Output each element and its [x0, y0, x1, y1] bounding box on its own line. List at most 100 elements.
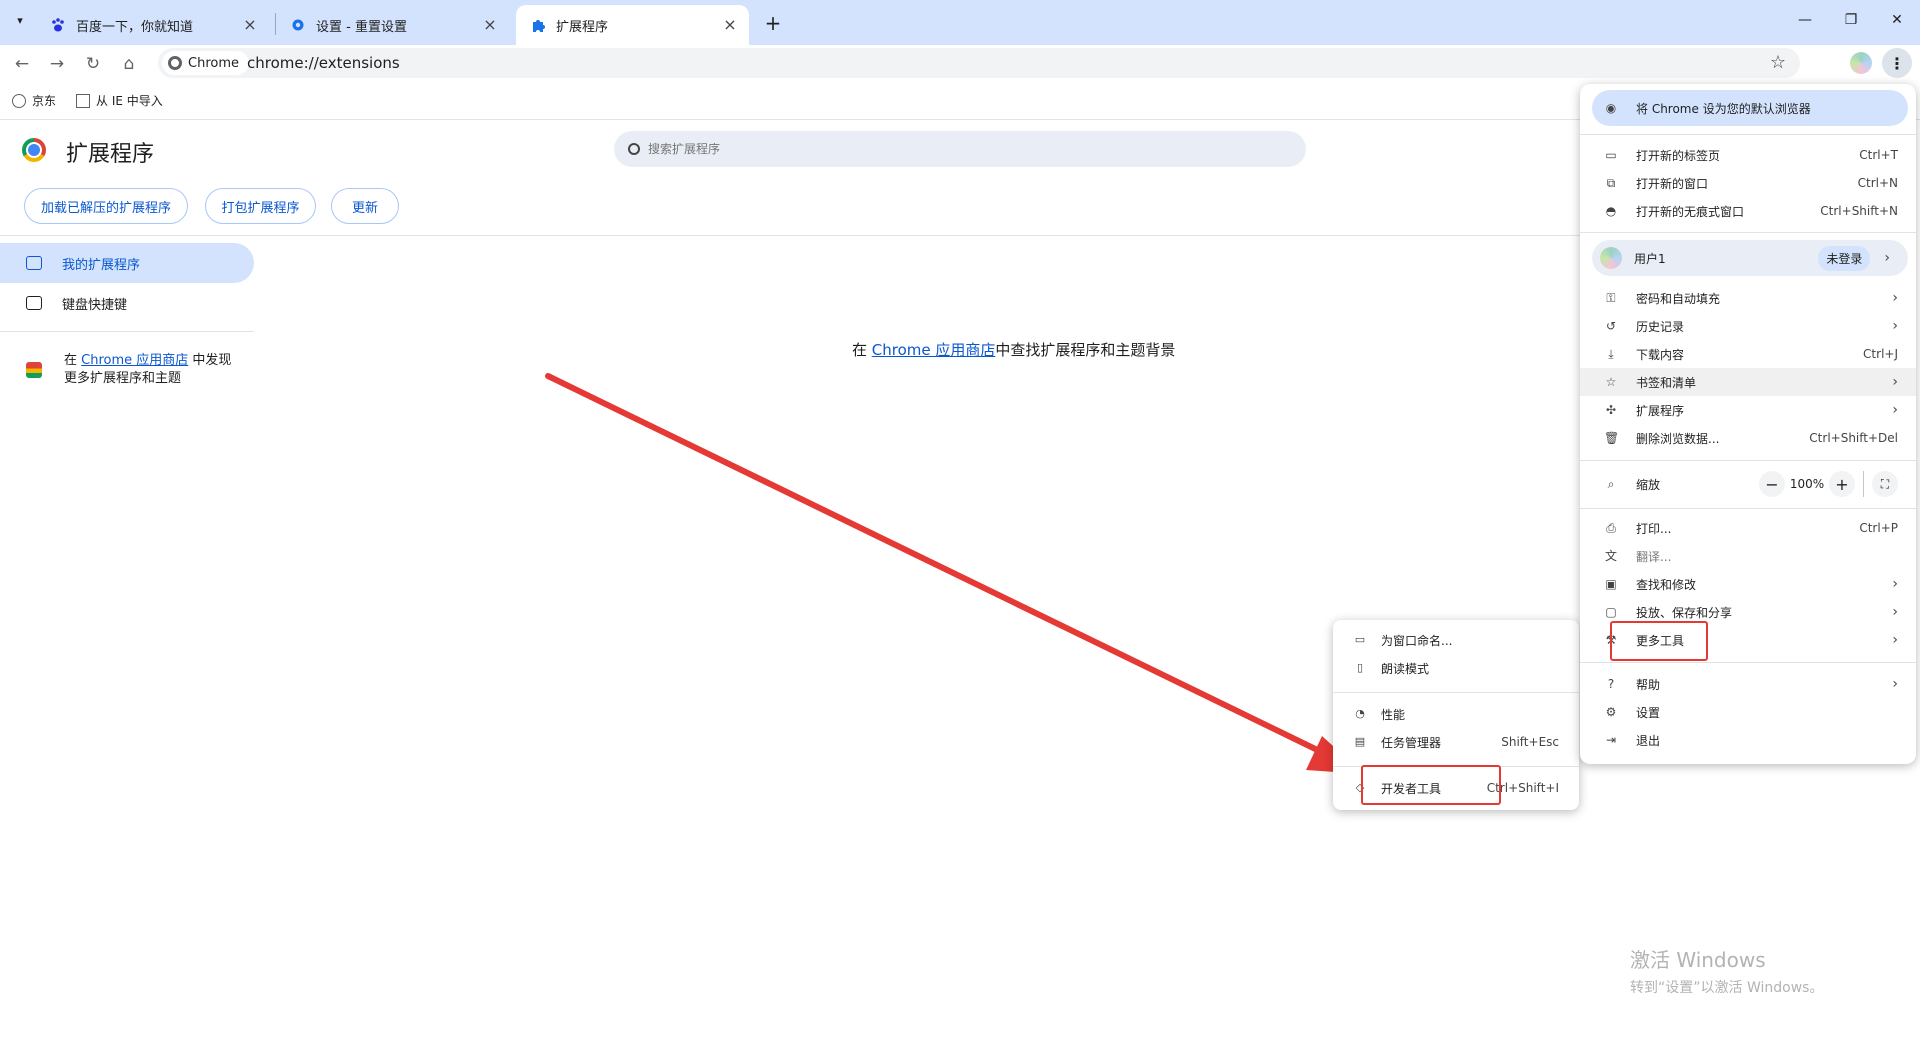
menu-item-new-window[interactable]: ⧉ 打开新的窗口 Ctrl+N: [1580, 169, 1916, 197]
extension-search-input[interactable]: [648, 142, 1248, 156]
bookmark-star-icon[interactable]: ☆: [1770, 52, 1786, 73]
sidebar-item-my-extensions[interactable]: 我的扩展程序: [0, 243, 254, 283]
puzzle-icon: ✣: [1605, 403, 1617, 417]
menu-item-extensions[interactable]: ✣ 扩展程序 ›: [1580, 396, 1916, 424]
menu-divider: [1580, 508, 1916, 509]
menu-item-label: 将 Chrome 设为您的默认浏览器: [1636, 101, 1811, 116]
windows-activation-watermark: 激活 Windows 转到“设置”以激活 Windows。: [1630, 944, 1823, 997]
window-icon: ▭: [1354, 633, 1366, 646]
menu-item-name-window[interactable]: ▭ 为窗口命名...: [1333, 626, 1579, 654]
key-icon: ⚿: [1606, 291, 1616, 305]
menu-item-new-tab[interactable]: ▭ 打开新的标签页 Ctrl+T: [1580, 141, 1916, 169]
url-text[interactable]: chrome://extensions: [247, 54, 400, 72]
bookmark-label: 从 IE 中导入: [96, 94, 163, 108]
chrome-logo-icon: [168, 56, 182, 70]
site-info-chip[interactable]: Chrome: [162, 51, 249, 75]
file-share-icon: ▢: [1605, 605, 1617, 619]
web-store-icon: [26, 362, 42, 378]
tab-settings[interactable]: 设置 - 重置设置 ×: [276, 5, 509, 45]
fullscreen-icon[interactable]: ⛶: [1872, 471, 1898, 497]
new-tab-button[interactable]: +: [760, 10, 786, 36]
close-window-button[interactable]: ✕: [1874, 0, 1920, 40]
new-tab-icon: ▭: [1605, 148, 1617, 162]
code-icon: ◇: [1355, 781, 1365, 794]
sidebar-divider: [0, 331, 254, 332]
page-title: 扩展程序: [66, 142, 155, 167]
bookmark-import-ie[interactable]: 从 IE 中导入: [76, 92, 163, 109]
menu-item-more-tools[interactable]: ⚒ 更多工具 ›: [1580, 626, 1916, 654]
sidebar-store-promo: 在 Chrome 应用商店 中发现更多扩展程序和主题: [64, 352, 244, 388]
sidebar-store-link[interactable]: Chrome 应用商店: [81, 353, 188, 368]
minimize-button[interactable]: —: [1782, 0, 1828, 40]
menu-item-reading-mode[interactable]: ▯ 朗读模式: [1333, 654, 1579, 682]
menu-item-developer-tools[interactable]: ◇ 开发者工具 Ctrl+Shift+I: [1333, 774, 1579, 802]
tab-label: 设置 - 重置设置: [316, 19, 407, 35]
menu-item-set-default-browser[interactable]: ◉ 将 Chrome 设为您的默认浏览器: [1592, 90, 1908, 126]
profile-avatar[interactable]: [1850, 52, 1872, 74]
menu-item-label: 书签和清单: [1636, 375, 1697, 390]
tab-strip: ▾ 百度一下，你就知道 × 设置 - 重置设置 × 扩展程序 × + — ❐ ✕: [0, 0, 1920, 45]
forward-button[interactable]: →: [43, 50, 71, 78]
tab-extensions[interactable]: 扩展程序 ×: [516, 5, 749, 45]
header-divider: [0, 235, 1580, 236]
menu-item-label: 扩展程序: [1636, 403, 1685, 418]
menu-item-passwords[interactable]: ⚿ 密码和自动填充 ›: [1580, 284, 1916, 312]
load-unpacked-button[interactable]: 加载已解压的扩展程序: [24, 188, 188, 224]
menu-item-task-manager[interactable]: ▤ 任务管理器 Shift+Esc: [1333, 728, 1579, 756]
menu-item-label: 打开新的标签页: [1636, 148, 1721, 163]
menu-item-print[interactable]: ⎙ 打印... Ctrl+P: [1580, 514, 1916, 542]
update-button[interactable]: 更新: [331, 188, 399, 224]
zoom-level: 100%: [1789, 477, 1825, 491]
help-icon: ?: [1607, 677, 1615, 691]
close-tab-icon[interactable]: ×: [481, 16, 499, 34]
menu-item-downloads[interactable]: ⤓ 下载内容 Ctrl+J: [1580, 340, 1916, 368]
menu-item-performance[interactable]: ◔ 性能: [1333, 700, 1579, 728]
zoom-controls: − 100% + ⛶: [1759, 471, 1898, 497]
zoom-out-button[interactable]: −: [1759, 471, 1785, 497]
download-icon: ⤓: [1608, 347, 1614, 361]
menu-item-cast-save-share[interactable]: ▢ 投放、保存和分享 ›: [1580, 598, 1916, 626]
watermark-title: 激活 Windows: [1630, 948, 1766, 972]
store-promo-prefix: 在: [64, 353, 82, 368]
menu-item-label: 打开新的窗口: [1636, 176, 1709, 191]
menu-item-clear-browsing-data[interactable]: 🗑 删除浏览数据... Ctrl+Shift+Del: [1580, 424, 1916, 452]
menu-divider: [1580, 134, 1916, 135]
menu-item-exit[interactable]: ⇥ 退出: [1580, 726, 1916, 754]
center-store-link[interactable]: Chrome 应用商店: [872, 341, 996, 359]
menu-item-help[interactable]: ? 帮助 ›: [1580, 670, 1916, 698]
menu-item-label: 性能: [1381, 707, 1406, 722]
address-bar[interactable]: Chrome chrome://extensions ☆: [158, 48, 1800, 78]
reload-button[interactable]: ↻: [79, 50, 107, 78]
menu-item-history[interactable]: ↺ 历史记录 ›: [1580, 312, 1916, 340]
menu-item-profile[interactable]: 用户1 未登录 ›: [1592, 240, 1908, 276]
menu-item-translate[interactable]: 文 翻译...: [1580, 542, 1916, 570]
sidebar-item-label: 我的扩展程序: [62, 257, 141, 273]
extension-search-box[interactable]: [614, 131, 1306, 167]
tab-search-chevron-icon[interactable]: ▾: [8, 8, 32, 32]
menu-item-settings[interactable]: ⚙ 设置: [1580, 698, 1916, 726]
chevron-right-icon: ›: [1884, 250, 1890, 266]
restore-button[interactable]: ❐: [1828, 0, 1874, 40]
more-tools-submenu: ▭ 为窗口命名... ▯ 朗读模式 ◔ 性能 ▤ 任务管理器 Shift+Esc…: [1333, 620, 1579, 810]
menu-item-label: 密码和自动填充: [1636, 291, 1721, 306]
close-tab-icon[interactable]: ×: [721, 16, 739, 34]
menu-item-new-incognito[interactable]: ◓ 打开新的无痕式窗口 Ctrl+Shift+N: [1580, 197, 1916, 225]
menu-item-bookmarks[interactable]: ☆ 书签和清单 ›: [1580, 368, 1916, 396]
close-tab-icon[interactable]: ×: [241, 16, 259, 34]
menu-item-shortcut: Ctrl+Shift+N: [1820, 204, 1898, 218]
chrome-menu-button[interactable]: ⋮: [1882, 48, 1912, 78]
zoom-in-button[interactable]: +: [1829, 471, 1855, 497]
menu-item-label: 投放、保存和分享: [1636, 605, 1733, 620]
pack-extension-button[interactable]: 打包扩展程序: [205, 188, 316, 224]
speedometer-icon: ◔: [1355, 707, 1365, 720]
menu-item-label: 帮助: [1636, 677, 1661, 692]
menu-item-label: 退出: [1636, 733, 1661, 748]
sidebar-item-keyboard-shortcuts[interactable]: 键盘快捷键: [0, 283, 254, 323]
menu-item-label: 打印...: [1636, 521, 1672, 536]
tab-baidu[interactable]: 百度一下，你就知道 ×: [36, 5, 269, 45]
bookmark-jd[interactable]: 京东: [12, 92, 56, 109]
submenu-divider: [1333, 692, 1579, 693]
menu-item-find-edit[interactable]: ▣ 查找和修改 ›: [1580, 570, 1916, 598]
home-button[interactable]: ⌂: [115, 50, 143, 78]
back-button[interactable]: ←: [8, 50, 36, 78]
